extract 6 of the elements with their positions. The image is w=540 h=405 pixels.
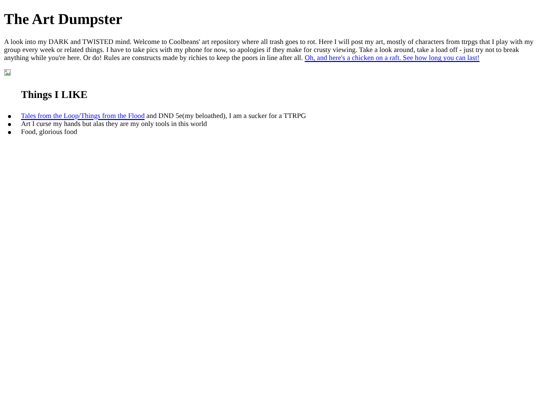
page-title: The Art Dumpster: [4, 12, 122, 29]
section-heading: Things I LIKE: [21, 90, 88, 102]
bullet-icon: [8, 114, 11, 118]
broken-image-icon: [4, 68, 11, 76]
bullet-icon: [8, 131, 11, 134]
bullet-icon: [8, 123, 11, 126]
